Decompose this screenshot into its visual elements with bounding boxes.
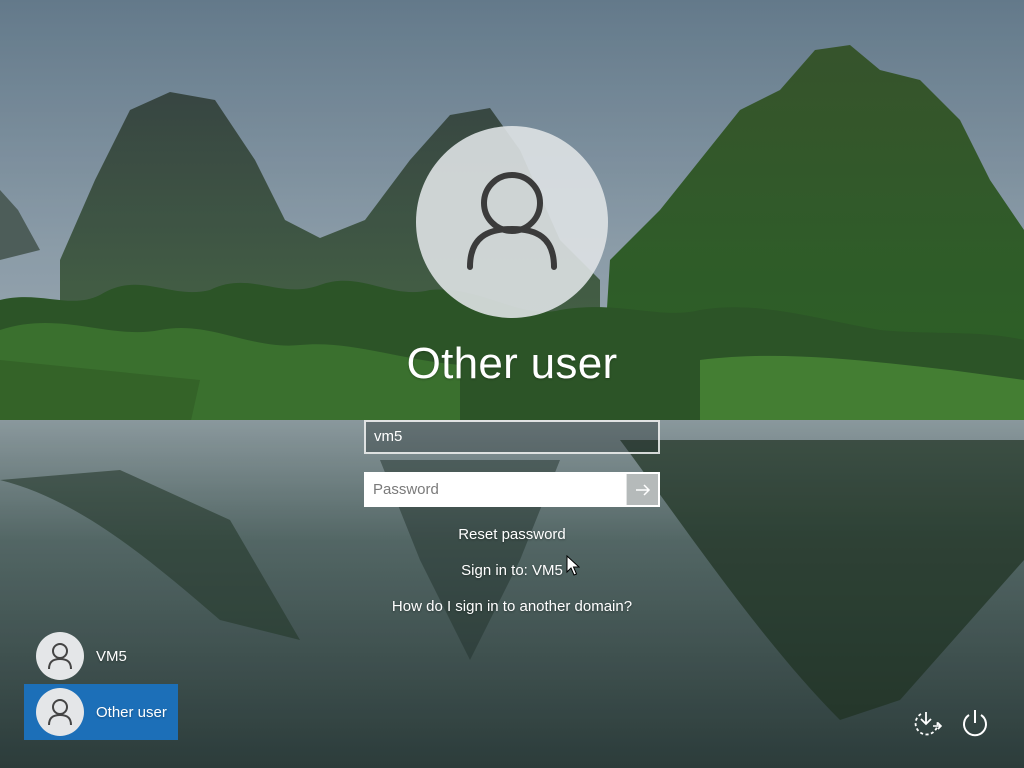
- mouse-cursor-icon: [566, 555, 580, 576]
- avatar: [36, 632, 84, 680]
- account-label: Other user: [96, 703, 167, 721]
- arrow-right-icon: [635, 483, 650, 496]
- avatar: [36, 688, 84, 736]
- username-field[interactable]: vm5: [364, 420, 660, 454]
- ease-of-access-button[interactable]: [910, 706, 944, 740]
- account-label: VM5: [96, 647, 127, 665]
- submit-button[interactable]: [626, 474, 658, 505]
- user-avatar: [416, 126, 608, 318]
- account-other-user[interactable]: Other user: [24, 684, 178, 740]
- user-icon: [48, 699, 72, 726]
- user-icon: [48, 643, 72, 670]
- password-field[interactable]: [366, 474, 626, 505]
- other-domain-link[interactable]: How do I sign in to another domain?: [312, 598, 712, 615]
- account-vm5[interactable]: VM5: [24, 628, 178, 684]
- user-name-title: Other user: [406, 339, 618, 388]
- reset-password-link[interactable]: Reset password: [312, 526, 712, 543]
- power-button[interactable]: [958, 706, 992, 740]
- password-row: [364, 472, 660, 507]
- ease-of-access-icon: [914, 712, 943, 736]
- user-icon: [467, 172, 557, 270]
- sign-in-to-link[interactable]: Sign in to: VM5: [312, 562, 712, 579]
- power-icon: [963, 710, 987, 737]
